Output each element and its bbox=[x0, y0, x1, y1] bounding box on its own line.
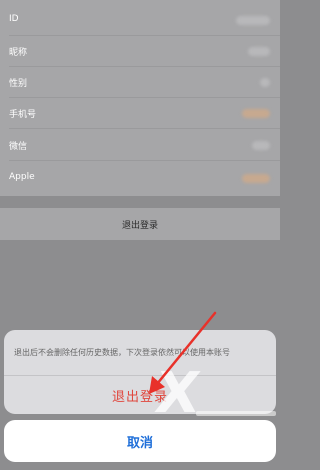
row-label-gender: 性别 bbox=[9, 79, 28, 89]
confirm-logout-button[interactable]: 退出登录 bbox=[4, 376, 276, 414]
blurred-value bbox=[236, 16, 270, 25]
settings-row-nickname[interactable]: 昵称 bbox=[0, 36, 280, 67]
action-sheet: 退出后不会删除任何历史数据，下次登录依然可以使用本账号 退出登录 bbox=[4, 330, 276, 414]
profile-settings-list: ID 昵称 性别 手机号 微信 Apple bbox=[0, 0, 280, 196]
settings-row-apple[interactable]: Apple bbox=[0, 163, 280, 194]
row-divider bbox=[9, 160, 280, 161]
cancel-button[interactable]: 取消 bbox=[4, 420, 276, 462]
logout-label: 退出登录 bbox=[121, 221, 158, 231]
row-label-wechat: 微信 bbox=[9, 142, 28, 152]
blurred-value bbox=[260, 78, 270, 87]
row-label-nickname: 昵称 bbox=[9, 48, 28, 58]
settings-row-gender[interactable]: 性别 bbox=[0, 67, 280, 98]
settings-row-phone[interactable]: 手机号 bbox=[0, 98, 280, 129]
blurred-value bbox=[252, 141, 270, 150]
action-sheet-message: 退出后不会删除任何历史数据，下次登录依然可以使用本账号 bbox=[14, 348, 230, 357]
row-label-id: ID bbox=[9, 14, 19, 24]
settings-row-id[interactable]: ID bbox=[0, 5, 280, 36]
blurred-value bbox=[242, 174, 270, 183]
blurred-value bbox=[248, 47, 270, 56]
row-label-apple: Apple bbox=[9, 172, 35, 182]
row-divider bbox=[9, 128, 280, 129]
row-label-phone: 手机号 bbox=[9, 110, 37, 120]
blurred-value bbox=[242, 109, 270, 118]
settings-row-wechat[interactable]: 微信 bbox=[0, 130, 280, 161]
logout-button[interactable]: 退出登录 bbox=[0, 208, 280, 240]
